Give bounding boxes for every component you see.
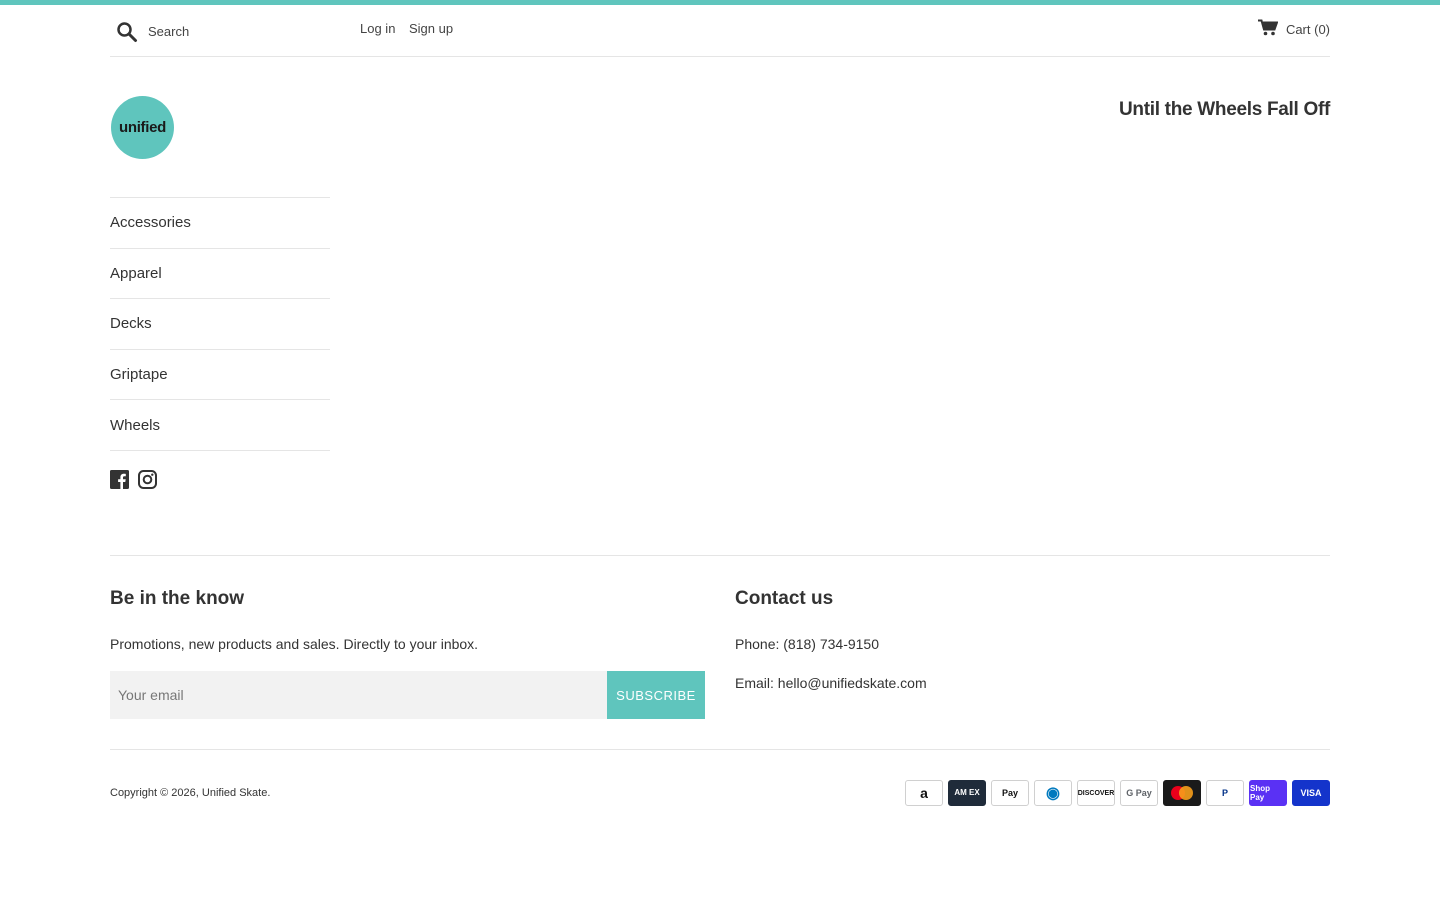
contact-phone: Phone: (818) 734-9150 bbox=[735, 636, 879, 652]
login-link[interactable]: Log in bbox=[360, 21, 395, 36]
cart-icon bbox=[1257, 19, 1286, 39]
shop-pay-icon: Shop Pay bbox=[1249, 780, 1287, 806]
contact-email: Email: hello@unifiedskate.com bbox=[735, 675, 927, 691]
newsletter-text: Promotions, new products and sales. Dire… bbox=[110, 636, 479, 652]
payment-icons: a AM EX Pay ◉ DISCOVER G Pay P Shop Pay VISA bbox=[905, 780, 1330, 806]
footer-divider bbox=[110, 555, 1330, 556]
sidebar-item-griptape[interactable]: Griptape bbox=[110, 350, 330, 401]
american-express-icon: AM EX bbox=[948, 780, 986, 806]
newsletter-email-input[interactable] bbox=[110, 671, 607, 719]
visa-icon: VISA bbox=[1292, 780, 1330, 806]
sidebar-item-decks[interactable]: Decks bbox=[110, 299, 330, 350]
diners-club-icon: ◉ bbox=[1034, 780, 1072, 806]
apple-pay-icon: Pay bbox=[991, 780, 1029, 806]
copyright-prefix: Copyright © 2026, bbox=[110, 787, 202, 799]
facebook-icon[interactable] bbox=[110, 470, 129, 489]
social-links bbox=[110, 470, 157, 489]
mastercard-icon bbox=[1163, 780, 1201, 806]
sidebar-item-apparel[interactable]: Apparel bbox=[110, 249, 330, 300]
signup-link[interactable]: Sign up bbox=[409, 21, 453, 36]
cart-link[interactable]: Cart (0) bbox=[1257, 19, 1330, 39]
footer-bottom-divider bbox=[110, 749, 1330, 750]
paypal-icon: P bbox=[1206, 780, 1244, 806]
instagram-icon[interactable] bbox=[138, 470, 157, 489]
copyright-suffix: . bbox=[267, 787, 271, 799]
contact-heading: Contact us bbox=[735, 588, 834, 609]
site-header: Log in Sign up Cart (0) bbox=[110, 5, 1330, 57]
newsletter-heading: Be in the know bbox=[110, 588, 245, 609]
copyright-store-link[interactable]: Unified Skate bbox=[202, 787, 267, 799]
copyright: Copyright © 2026, Unified Skate. bbox=[110, 787, 270, 799]
subscribe-button[interactable]: SUBSCRIBE bbox=[607, 671, 705, 719]
search-input[interactable] bbox=[148, 19, 338, 43]
cart-label: Cart (0) bbox=[1285, 21, 1330, 37]
google-pay-icon: G Pay bbox=[1120, 780, 1158, 806]
amazon-icon: a bbox=[905, 780, 943, 806]
sidebar-nav: Accessories Apparel Decks Griptape Wheel… bbox=[110, 197, 330, 451]
site-logo[interactable]: unified bbox=[111, 96, 174, 159]
logo-text: unified bbox=[118, 119, 167, 136]
sidebar-item-accessories[interactable]: Accessories bbox=[110, 198, 330, 249]
sidebar-item-wheels[interactable]: Wheels bbox=[110, 400, 330, 451]
discover-icon: DISCOVER bbox=[1077, 780, 1115, 806]
search-icon[interactable] bbox=[116, 21, 138, 43]
site-tagline: Until the Wheels Fall Off bbox=[1118, 99, 1330, 120]
